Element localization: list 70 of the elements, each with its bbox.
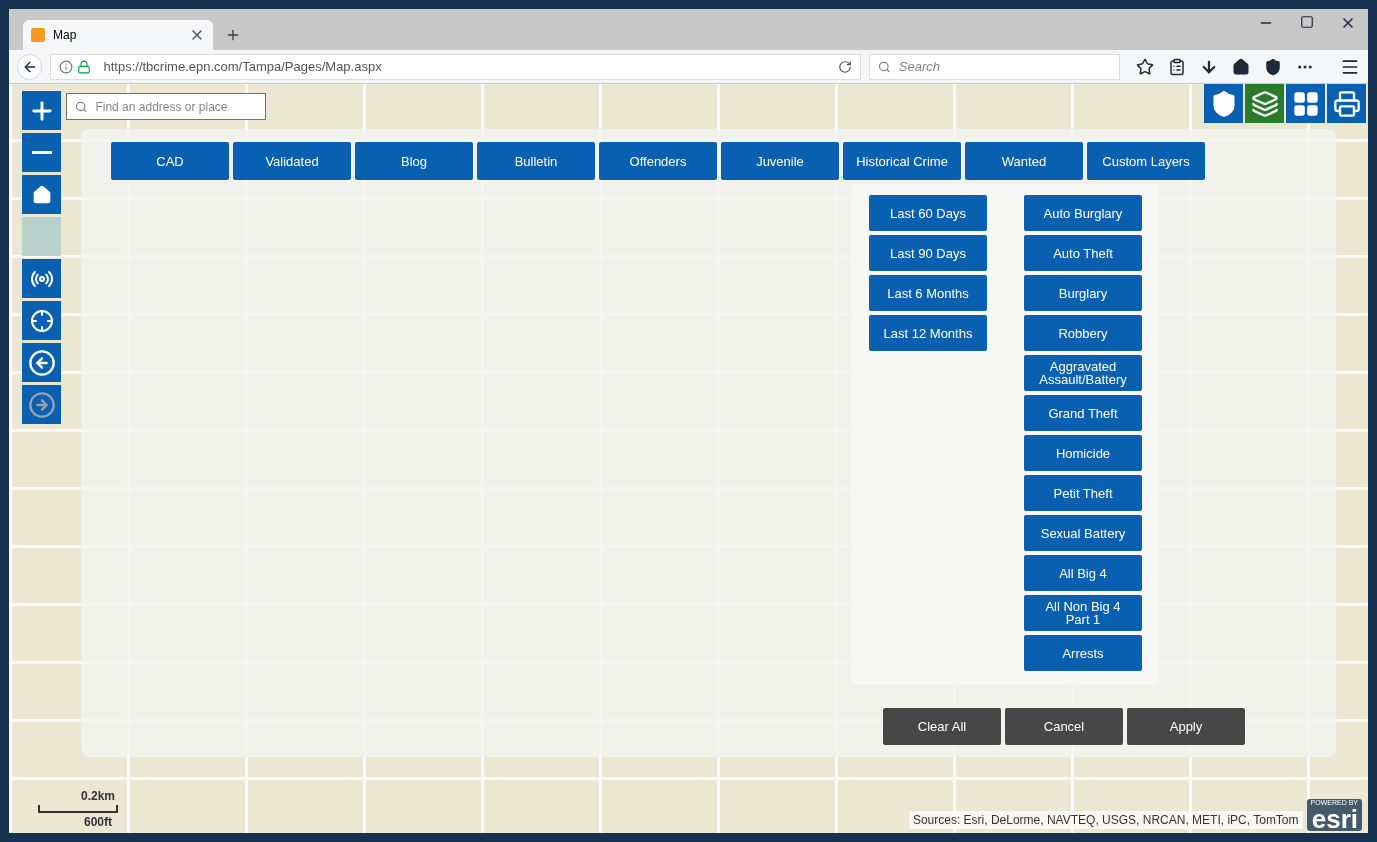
search-icon <box>75 99 88 114</box>
badge-widget-button[interactable] <box>1204 84 1243 123</box>
printer-icon <box>1332 89 1361 118</box>
layer-tab[interactable]: Bulletin <box>477 142 595 180</box>
crime-type-button[interactable]: Petit Theft <box>1024 475 1142 511</box>
layer-tab[interactable]: Blog <box>355 142 473 180</box>
layers-widget-button[interactable] <box>1245 84 1284 123</box>
layer-tab[interactable]: Offenders <box>599 142 717 180</box>
bookmark-star-icon[interactable] <box>1136 57 1154 76</box>
scale-imperial: 600ft <box>84 814 112 831</box>
crime-type-button[interactable]: Auto Theft <box>1024 235 1142 271</box>
grid-widget-button[interactable] <box>1286 84 1325 123</box>
crime-type-button[interactable]: Robbery <box>1024 315 1142 351</box>
layer-tab[interactable]: Historical Crime <box>843 142 961 180</box>
crosshair-icon <box>29 308 54 333</box>
layer-tab[interactable]: CAD <box>111 142 229 180</box>
site-favicon <box>31 28 45 42</box>
time-range-button[interactable]: Last 6 Months <box>869 275 987 311</box>
layer-tab[interactable]: Wanted <box>965 142 1083 180</box>
print-widget-button[interactable] <box>1327 84 1366 123</box>
back-button[interactable] <box>22 343 61 382</box>
street-map[interactable] <box>9 84 1368 833</box>
crime-type-button[interactable]: All Non Big 4 Part 1 <box>1024 595 1142 631</box>
scale-metric: 0.2km <box>81 788 115 805</box>
esri-logo: esri <box>1311 807 1358 831</box>
url-text: https://tbcrime.epn.com/Tampa/Pages/Map.aspx <box>103 57 383 76</box>
new-tab-icon[interactable] <box>225 27 241 43</box>
crosshair-button[interactable] <box>22 301 61 340</box>
zoom-out-button[interactable] <box>22 133 61 172</box>
crime-type-button[interactable]: Burglary <box>1024 275 1142 311</box>
basemap-thumbnail[interactable] <box>22 217 61 256</box>
time-range-button[interactable]: Last 90 Days <box>869 235 987 271</box>
map-attribution: Sources: Esri, DeLorme, NAVTEQ, USGS, NRCAN, METI, iPC, TomTom <box>908 811 1303 829</box>
reload-icon[interactable] <box>838 59 853 74</box>
home-icon[interactable] <box>1232 57 1250 76</box>
crime-type-button[interactable]: Aggravated Assault/Battery <box>1024 355 1142 391</box>
maximize-icon[interactable] <box>1300 15 1314 29</box>
tab-title: Map <box>53 27 78 44</box>
browser-tab[interactable]: Map <box>23 20 213 50</box>
crime-type-button[interactable]: All Big 4 <box>1024 555 1142 591</box>
search-field[interactable]: Search <box>869 53 1120 80</box>
address-input[interactable]: Find an address or place <box>95 97 257 116</box>
layer-tab[interactable]: Custom Layers <box>1087 142 1205 180</box>
action-button[interactable]: Cancel <box>1005 708 1123 745</box>
crime-type-button[interactable]: Auto Burglary <box>1024 195 1142 231</box>
reading-list-icon[interactable] <box>1168 57 1186 76</box>
crime-type-button[interactable]: Arrests <box>1024 635 1142 671</box>
time-range-button[interactable]: Last 12 Months <box>869 315 987 351</box>
locate-button[interactable] <box>22 259 61 298</box>
search-icon <box>878 59 891 74</box>
action-button[interactable]: Clear All <box>883 708 1001 745</box>
home-button[interactable] <box>22 175 61 214</box>
time-range-button[interactable]: Last 60 Days <box>869 195 987 231</box>
home-icon <box>31 184 52 205</box>
back-button[interactable] <box>17 53 43 80</box>
action-button[interactable]: Apply <box>1127 708 1245 745</box>
layers-icon <box>1250 89 1279 118</box>
crime-type-button[interactable]: Grand Theft <box>1024 395 1142 431</box>
info-icon <box>59 59 74 74</box>
grid-icon <box>1291 89 1320 118</box>
address-bar[interactable]: https://tbcrime.epn.com/Tampa/Pages/Map.aspx <box>50 53 862 80</box>
zoom-in-button[interactable] <box>22 91 61 130</box>
address-search-field[interactable]: Find an address or place <box>66 93 266 120</box>
lock-icon <box>77 59 92 74</box>
layer-tab[interactable]: Validated <box>233 142 351 180</box>
search-input[interactable]: Search <box>898 56 1111 77</box>
crime-type-button[interactable]: Sexual Battery <box>1024 515 1142 551</box>
zoom-out-icon <box>31 151 52 154</box>
layer-tab[interactable]: Juvenile <box>721 142 839 180</box>
crime-type-button[interactable]: Homicide <box>1024 435 1142 471</box>
